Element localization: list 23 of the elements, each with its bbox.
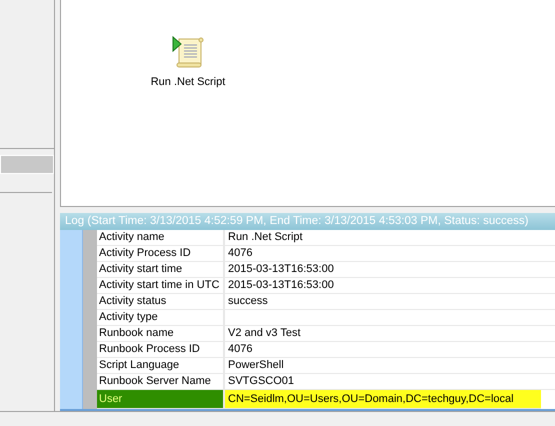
activity-label: Run .Net Script xyxy=(150,76,226,88)
property-value: 2015-03-13T16:53:00 xyxy=(227,278,335,293)
property-value: 4076 xyxy=(227,246,254,261)
property-value: 4076 xyxy=(227,342,254,357)
property-name[interactable]: Activity start time xyxy=(97,262,225,277)
property-name[interactable]: Script Language xyxy=(97,358,225,373)
property-value: PowerShell xyxy=(227,358,285,373)
property-name[interactable]: Runbook name xyxy=(97,326,225,341)
property-value: success xyxy=(227,294,269,309)
property-name[interactable]: Activity start time in UTC xyxy=(97,278,225,293)
property-name[interactable]: Activity Process ID xyxy=(97,246,225,261)
log-header: Log (Start Time: 3/13/2015 4:52:59 PM, End Time: 3/13/2015 4:53:03 PM, Status: success) xyxy=(60,213,555,230)
property-name[interactable]: Activity type xyxy=(97,310,225,325)
property-value: Run .Net Script xyxy=(227,230,304,245)
property-value: SVTGSCO01 xyxy=(227,374,296,389)
property-value: CN=Seidlm,OU=Users,OU=Domain,DC=techguy,DC=local xyxy=(227,392,515,407)
property-value: 2015-03-13T16:53:00 xyxy=(227,262,335,277)
property-name[interactable]: User xyxy=(97,390,225,408)
property-value: V2 and v3 Test xyxy=(227,326,302,341)
property-name[interactable]: Activity name xyxy=(97,230,225,245)
script-scroll-icon[interactable] xyxy=(171,36,205,70)
property-name[interactable]: Activity status xyxy=(97,294,225,309)
property-name[interactable]: Runbook Process ID xyxy=(97,342,225,357)
